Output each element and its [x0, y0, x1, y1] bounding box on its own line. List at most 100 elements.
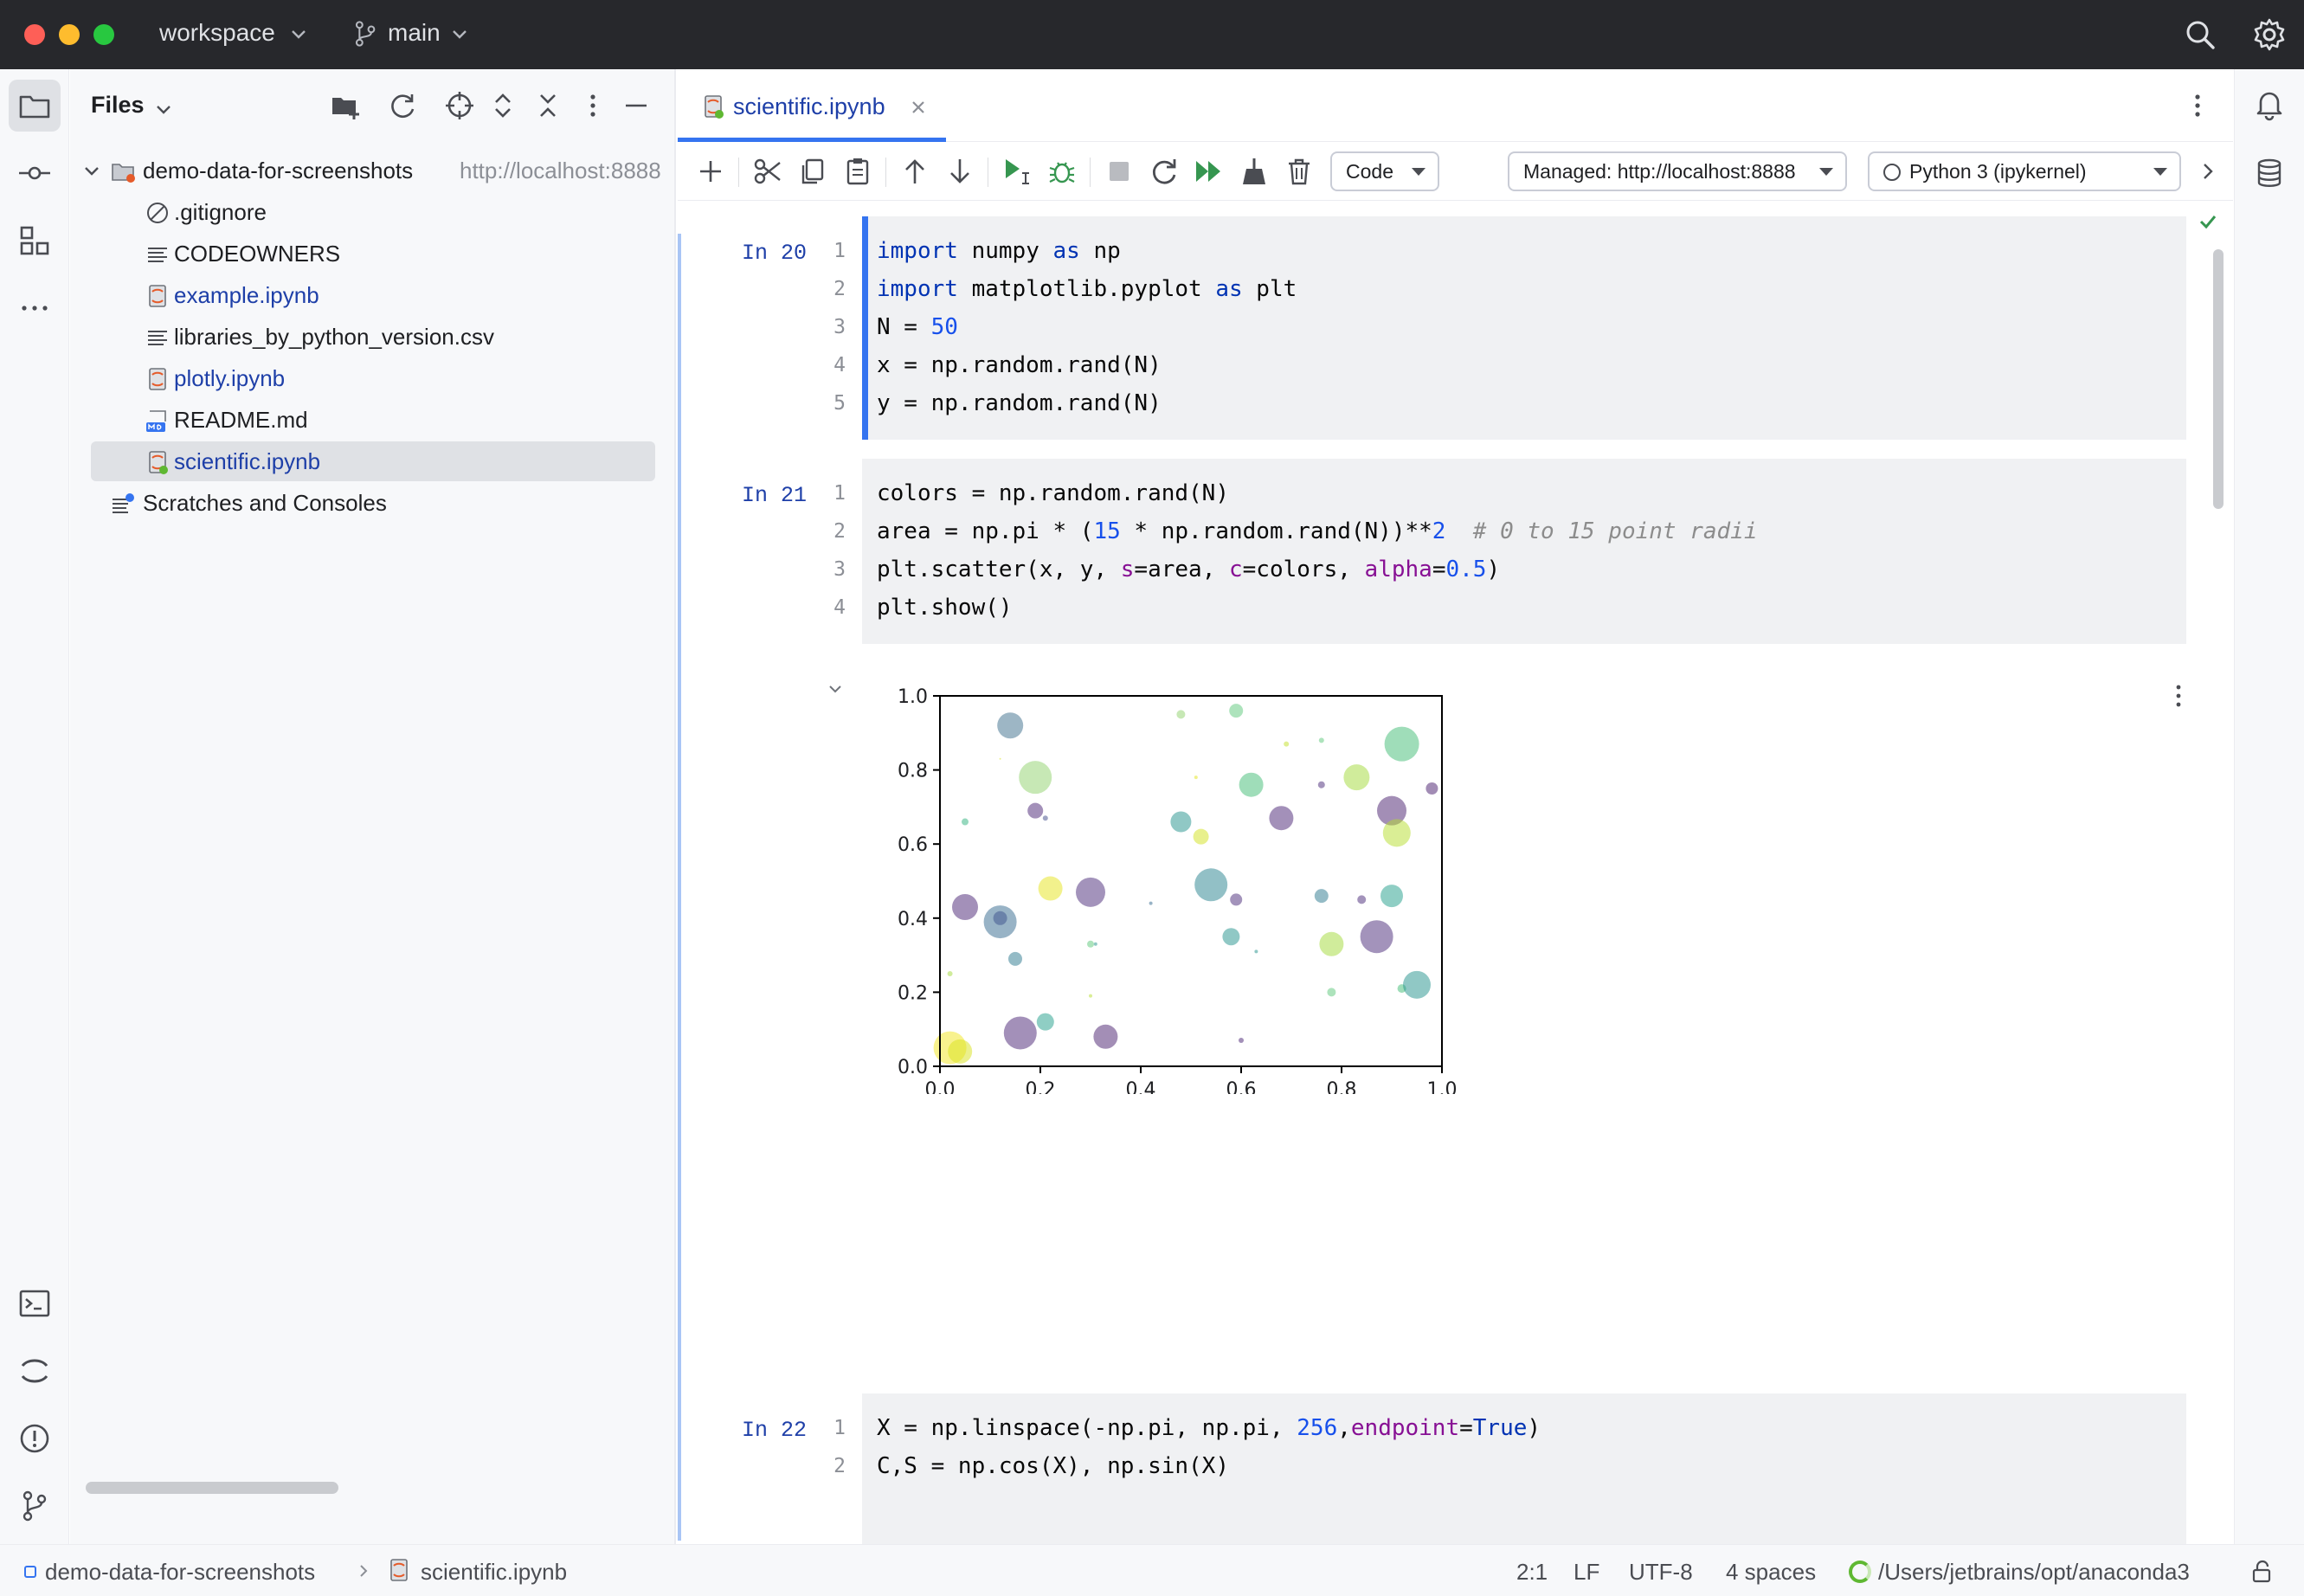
chevron-down-icon[interactable] [153, 99, 174, 119]
move-cell-up-icon[interactable] [899, 156, 930, 187]
paste-icon[interactable] [842, 156, 873, 187]
git-tool-button[interactable] [9, 1480, 61, 1532]
caret-position[interactable]: 2:1 [1516, 1559, 1548, 1586]
file-name: plotly.ipynb [174, 365, 286, 391]
horizontal-scrollbar[interactable] [86, 1482, 338, 1494]
line-number: 2 [833, 1455, 846, 1477]
jupyter-server-select[interactable]: Managed: http://localhost:8888 [1508, 151, 1847, 191]
indent-setting[interactable]: 4 spaces [1726, 1559, 1816, 1586]
root-folder-name: demo-data-for-screenshots [143, 158, 414, 183]
scatter-point [1170, 811, 1192, 833]
add-cell-icon[interactable] [695, 156, 726, 187]
problems-tool-button[interactable] [9, 1413, 61, 1464]
terminal-tool-button[interactable] [9, 1277, 61, 1329]
python-interpreter[interactable]: /Users/jetbrains/opt/anaconda3 [1878, 1559, 2190, 1586]
more-vertical-icon[interactable] [577, 90, 608, 121]
tree-root-row[interactable]: demo-data-for-screenshots http://localho… [70, 151, 674, 190]
git-branch-icon [23, 1490, 47, 1522]
new-folder-icon[interactable] [330, 90, 361, 121]
file-row-readme[interactable]: README.md [70, 400, 674, 440]
notifications-bell-icon[interactable] [2252, 87, 2287, 121]
file-row-libraries-csv[interactable]: libraries_by_python_version.csv [70, 317, 674, 357]
scatter-point [1254, 949, 1258, 954]
file-row-example-ipynb[interactable]: example.ipynb [70, 275, 674, 315]
code-line: C,S = np.cos(X), np.sin(X) [877, 1453, 1229, 1479]
output-options-icon[interactable] [2168, 680, 2189, 711]
clear-outputs-icon[interactable] [1239, 156, 1270, 187]
dropdown-arrow-icon [1819, 168, 1833, 176]
debug-cell-icon[interactable] [1046, 156, 1078, 187]
expand-all-icon[interactable] [487, 90, 518, 121]
kernel-value: Python 3 (ipykernel) [1909, 160, 2087, 183]
notebook-file-icon [390, 1559, 408, 1581]
scatter-point [1318, 737, 1324, 743]
scatter-point [1093, 1024, 1118, 1049]
code-line: import numpy as np [877, 238, 1121, 264]
notebook-file-icon [705, 95, 724, 119]
search-icon[interactable] [2183, 17, 2217, 52]
delete-cell-icon[interactable] [1284, 156, 1315, 187]
lock-icon[interactable] [2249, 1559, 2275, 1585]
check-icon [2199, 216, 2217, 229]
more-tools-button[interactable] [9, 282, 61, 334]
run-all-icon[interactable] [1194, 156, 1225, 187]
file-row-codeowners[interactable]: CODEOWNERS [70, 234, 674, 274]
y-tick-label: 0.6 [898, 834, 928, 856]
branch-name: main [388, 19, 441, 46]
vertical-scrollbar[interactable] [2213, 249, 2224, 509]
project-tool-button[interactable] [9, 80, 61, 132]
code-cell-editor[interactable]: import numpy as np import matplotlib.pyp… [862, 216, 2186, 440]
file-row-gitignore[interactable]: .gitignore [70, 192, 674, 232]
line-number: 1 [833, 482, 846, 505]
branch-switcher[interactable]: main [346, 0, 485, 69]
cut-icon[interactable] [752, 156, 783, 187]
tab-scientific-ipynb[interactable]: scientific.ipynb [678, 69, 946, 142]
close-window-button[interactable] [24, 24, 45, 45]
zoom-window-button[interactable] [93, 24, 114, 45]
jupyter-icon [21, 1359, 48, 1383]
python-packages-tool-button[interactable] [9, 1345, 61, 1397]
move-cell-down-icon[interactable] [944, 156, 975, 187]
stop-kernel-icon[interactable] [1104, 156, 1135, 187]
line-separator[interactable]: LF [1574, 1559, 1599, 1586]
collapse-all-icon[interactable] [532, 90, 563, 121]
locate-icon[interactable] [444, 90, 475, 121]
copy-icon[interactable] [797, 156, 828, 187]
minimize-window-button[interactable] [59, 24, 80, 45]
settings-gear-icon[interactable] [2252, 17, 2287, 52]
project-switcher[interactable]: workspace [145, 0, 319, 69]
file-row-scientific-ipynb[interactable]: scientific.ipynb [91, 441, 655, 481]
chevron-right-icon[interactable] [2192, 156, 2224, 187]
dropdown-arrow-icon [1412, 168, 1426, 176]
cell-type-select[interactable]: Code [1330, 151, 1439, 191]
x-tick-label: 0.8 [1327, 1079, 1357, 1094]
code-cell-editor[interactable]: colors = np.random.rand(N) area = np.pi … [862, 459, 2186, 644]
folder-icon [19, 95, 50, 119]
database-icon[interactable] [2252, 156, 2287, 190]
panel-title: Files [91, 92, 145, 118]
collapse-output-icon[interactable] [825, 679, 846, 699]
restart-kernel-icon[interactable] [1149, 156, 1180, 187]
file-row-plotly-ipynb[interactable]: plotly.ipynb [70, 358, 674, 398]
line-number: 3 [833, 558, 846, 581]
close-tab-icon[interactable] [908, 97, 929, 118]
breadcrumb-project[interactable]: demo-data-for-screenshots [45, 1559, 315, 1586]
file-encoding[interactable]: UTF-8 [1629, 1559, 1693, 1586]
scatter-point [1319, 931, 1344, 956]
code-line: plt.show() [877, 595, 1013, 621]
run-cell-icon[interactable] [1001, 156, 1033, 187]
kernel-select[interactable]: Python 3 (ipykernel) [1868, 151, 2181, 191]
scratches-row[interactable]: Scratches and Consoles [70, 483, 674, 523]
refresh-icon[interactable] [387, 90, 418, 121]
breadcrumb-file[interactable]: scientific.ipynb [421, 1559, 567, 1586]
hide-panel-icon[interactable] [621, 90, 652, 121]
text-file-icon [148, 248, 167, 262]
structure-tool-button[interactable] [9, 215, 61, 267]
scatter-point [1193, 828, 1209, 845]
file-name: libraries_by_python_version.csv [174, 324, 494, 350]
cell-selection-bar [678, 234, 681, 1541]
code-cell-editor[interactable]: X = np.linspace(-np.pi, np.pi, 256,endpo… [862, 1393, 2186, 1544]
commit-tool-button[interactable] [9, 147, 61, 199]
toolbar-separator [738, 158, 739, 187]
tab-options-icon[interactable] [2182, 90, 2213, 121]
